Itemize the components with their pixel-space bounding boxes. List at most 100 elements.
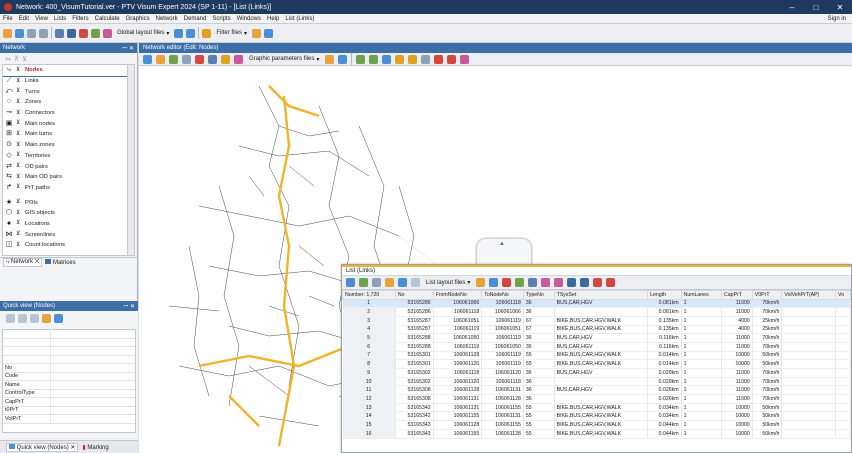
table-row[interactable]: 10 53165302 106061120 106061118 36 0.029km 1 11… [342,377,851,387]
table-cell[interactable]: 106061119 [481,359,524,369]
network-item-links[interactable]: ⟋ ⊻ Links [3,76,134,87]
table-cell[interactable]: 25km/h [752,325,783,335]
close-button[interactable]: ✕ [828,3,852,12]
table-cell[interactable]: 106061119 [481,333,524,343]
table-cell[interactable]: BUS,CAR,HGV [554,299,649,309]
table-cell[interactable]: 106061131 [481,385,524,396]
menu-item-graphics[interactable]: Graphics [123,16,153,22]
table-cell[interactable]: 15 [342,420,396,430]
graphic-parameters-dropdown[interactable]: Graphic parameters files ▾ [247,56,321,63]
network-item-main-turns[interactable]: ⊞ ⊻ Main turns [3,129,134,140]
table-cell[interactable]: 1 [681,342,723,352]
sort-desc-icon[interactable] [554,278,564,287]
table-cell[interactable]: 1 [681,316,723,326]
table-row[interactable]: 9 53165302 106061118 106061120 36 BUS,CAR,HGV… [342,368,851,378]
table-cell[interactable]: 14 [342,411,396,422]
find-icon[interactable] [528,278,538,287]
filter-icon[interactable]: ⊻ [16,67,21,74]
table-cell[interactable]: 5 [342,333,396,343]
table-cell[interactable] [781,429,837,439]
network-item-od-pairs[interactable]: ⇄ ⊻ OD pairs [3,161,134,172]
table-cell[interactable]: 106061050 [433,333,483,343]
table-row[interactable]: 16 53165343 106061155 106061128 55 BIKE,BUS,C… [342,429,851,439]
table-cell[interactable]: 11000 [721,299,753,309]
menu-item-demand[interactable]: Demand [181,16,210,22]
table-cell[interactable]: 36 [523,377,555,387]
table-cell[interactable] [781,359,837,369]
table-row[interactable]: 3 53165287 106061051 106061119 67 BIKE,BUS,CA… [342,316,851,326]
table-cell[interactable] [835,403,851,413]
table-cell[interactable]: 55 [523,411,555,422]
table-cell[interactable] [781,333,837,343]
table-cell[interactable] [554,394,649,404]
table-cell[interactable]: 10000 [721,359,753,369]
table-cell[interactable]: 0.044km [647,420,682,430]
screenshot-icon[interactable] [447,54,457,64]
table-cell[interactable]: 0.135km [647,316,682,326]
table-cell[interactable]: 70km/h [752,307,783,317]
table-cell[interactable]: 106061118 [433,368,483,378]
network-item-gis-objects[interactable]: ⬡ ⊻ GIS objects [3,208,134,219]
highlight-icon[interactable] [593,278,603,287]
table-cell[interactable]: 106061155 [481,403,524,413]
table-cell[interactable]: 106061118 [433,307,483,317]
table-cell[interactable]: 1 [681,403,723,413]
table-cell[interactable]: 0.081km [647,307,682,317]
network-list-scrollbar[interactable] [127,65,134,255]
table-cell[interactable]: 70km/h [752,377,783,387]
filter-icon[interactable]: ⊻ [16,152,21,159]
table-cell[interactable]: 106061119 [481,316,524,326]
filter-list-icon[interactable] [515,278,525,287]
column-header[interactable]: VolVehPrT(AP) [781,290,837,300]
table-cell[interactable]: 106061051 [481,325,524,335]
table-cell[interactable]: 53165302 [395,368,434,378]
table-cell[interactable]: 106061050 [481,342,524,352]
sort-asc-icon[interactable] [541,278,551,287]
table-cell[interactable]: 55 [523,351,555,361]
table-cell[interactable]: 50km/h [752,429,783,439]
zoom-icon[interactable] [169,54,178,64]
table-cell[interactable]: 16 [342,429,396,439]
filter-icon[interactable]: ⊻ [16,231,21,238]
column-header[interactable]: Number: 1,720 [342,290,396,300]
network-item-count-locations[interactable]: ◫ ⊻ Count locations [3,240,134,251]
table-cell[interactable] [781,299,837,309]
table-cell[interactable]: 1 [681,307,723,317]
table-cell[interactable]: 10000 [721,411,753,422]
quick-view-row[interactable]: t0PrT [3,406,135,415]
table-cell[interactable]: 106061131 [481,411,524,422]
graphics-icon[interactable] [67,28,76,38]
table-cell[interactable] [835,394,851,404]
network-item-prt-paths[interactable]: ↱ ⊻ PrT paths [3,183,134,194]
table-cell[interactable] [835,368,851,378]
filter-icon[interactable]: ⊻ [16,131,21,138]
table-cell[interactable]: 106061120 [433,377,483,387]
table-cell[interactable]: 50km/h [752,351,783,361]
table-cell[interactable]: 0.014km [647,351,682,361]
table-row[interactable]: 8 53165301 106061120 106061119 55 BIKE,BUS,CA… [342,359,851,369]
draw-icon[interactable] [434,54,444,64]
table-cell[interactable]: 0.044km [647,429,682,439]
table-row[interactable]: 1 53165286 106061066 106061118 36 BUS,CAR,HGV… [342,299,851,309]
table-cell[interactable]: 0.034km [647,403,682,413]
column-header[interactable]: NumLanes [680,290,723,300]
table-cell[interactable]: 36 [523,333,555,343]
network-item-territories[interactable]: ◇ ⊻ Territories [3,151,134,162]
table-cell[interactable] [835,420,851,430]
table-cell[interactable]: BIKE,BUS,CAR,HGV,WALK [554,403,649,413]
table-cell[interactable]: 1 [681,420,723,430]
panel-pin-close-icon[interactable]: ꟷ ✕ [122,44,134,52]
filter-icon[interactable]: ⊻ [16,210,21,217]
table-cell[interactable]: 1 [681,411,723,422]
table-cell[interactable] [835,299,851,309]
table-cell[interactable]: 0.135km [647,325,682,335]
table-cell[interactable]: 10 [342,377,396,387]
table-row[interactable]: 6 53165288 106061119 106061050 36 BUS,CAR,HGV… [342,342,851,352]
undo-icon[interactable] [27,28,36,38]
network-item-main-zones[interactable]: ⊙ ⊻ Main zones [3,140,134,151]
table-cell[interactable]: 106061128 [433,385,483,396]
layout-window-icon[interactable] [174,28,184,38]
table-cell[interactable]: 11000 [721,385,753,396]
menu-item-network[interactable]: Network [153,16,181,22]
column-icon[interactable] [567,278,577,287]
